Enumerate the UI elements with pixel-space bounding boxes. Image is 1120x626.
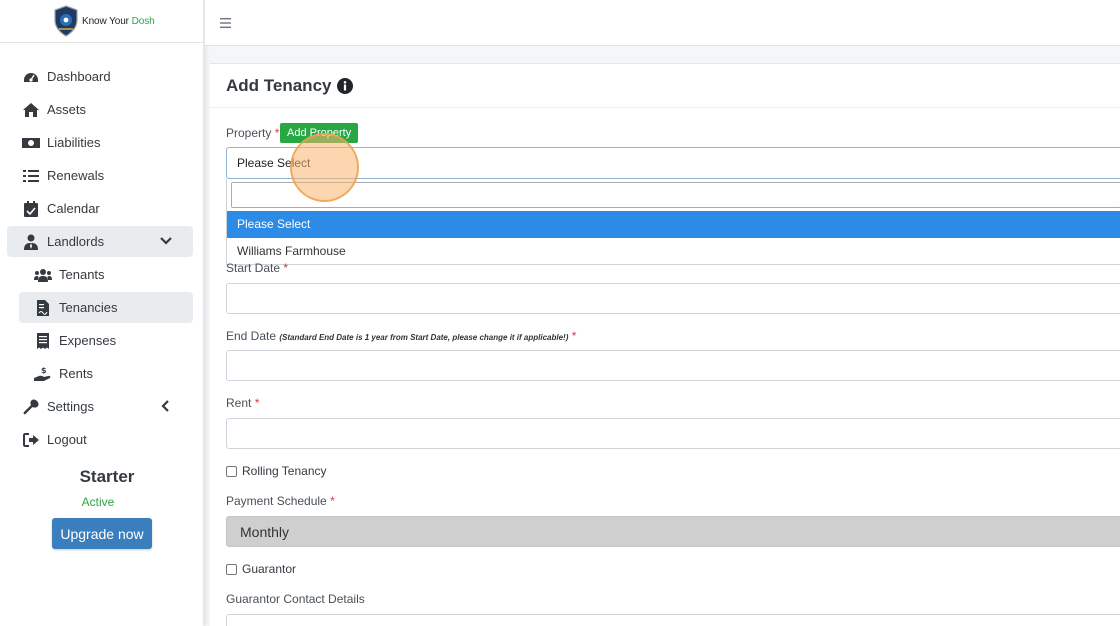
tachometer-icon xyxy=(22,68,40,86)
sidebar-item-expenses[interactable]: Expenses xyxy=(19,325,193,356)
payment-schedule-label: Payment Schedule * xyxy=(226,494,335,508)
sidebar-item-calendar[interactable]: Calendar xyxy=(7,193,193,224)
rolling-tenancy-checkbox[interactable] xyxy=(226,465,237,477)
sidebar-item-label: Calendar xyxy=(47,201,100,216)
users-icon xyxy=(34,266,52,284)
sidebar-item-dashboard[interactable]: Dashboard xyxy=(7,61,193,92)
plan-name: Starter xyxy=(79,467,135,486)
file-contract-icon xyxy=(34,299,52,317)
shield-logo-icon xyxy=(54,5,78,37)
sidebar-item-renewals[interactable]: Renewals xyxy=(7,160,193,191)
sidebar-item-assets[interactable]: Assets xyxy=(7,94,193,125)
upgrade-button[interactable]: Upgrade now xyxy=(52,518,152,549)
sidebar-item-label: Tenancies xyxy=(59,300,118,315)
property-dropdown: Please Select Williams Farmhouse xyxy=(226,179,1120,265)
calendar-check-icon xyxy=(22,200,40,218)
svg-text:$: $ xyxy=(41,366,47,375)
guarantor-checkbox[interactable] xyxy=(226,563,237,575)
sidebar-item-label: Dashboard xyxy=(47,69,111,84)
add-tenancy-card: Add Tenancy Property * Add Property Plea… xyxy=(210,63,1120,626)
brand[interactable]: Know Your Dosh xyxy=(0,0,203,43)
top-navbar xyxy=(205,0,1120,46)
list-icon xyxy=(22,167,40,185)
chevron-down-icon xyxy=(160,237,172,245)
landlords-submenu: Tenants Tenancies Expenses $ Rents xyxy=(7,259,193,389)
sidebar-item-label: Tenants xyxy=(59,267,105,282)
start-date-input[interactable] xyxy=(226,283,1120,314)
sidebar: Know Your Dosh Dashboard Assets Liabilit… xyxy=(0,0,204,626)
card-header: Add Tenancy xyxy=(210,64,1120,108)
sidebar-item-logout[interactable]: Logout xyxy=(7,424,193,455)
wrench-icon xyxy=(22,398,40,416)
sidebar-item-settings[interactable]: Settings xyxy=(7,391,193,422)
dropdown-search-input[interactable] xyxy=(231,182,1120,208)
sidebar-nav: Dashboard Assets Liabilities Renewals Ca… xyxy=(7,61,193,457)
money-bill-icon xyxy=(22,134,40,152)
sidebar-item-label: Expenses xyxy=(59,333,117,348)
user-tie-icon xyxy=(22,233,40,251)
sidebar-item-label: Liabilities xyxy=(47,135,101,150)
sidebar-item-label: Rents xyxy=(59,366,93,381)
page-title: Add Tenancy xyxy=(226,75,332,95)
sidebar-item-label: Logout xyxy=(47,432,87,447)
guarantor-contact-label: Guarantor Contact Details xyxy=(226,592,365,606)
sidebar-item-tenants[interactable]: Tenants xyxy=(19,259,193,290)
sidebar-item-label: Renewals xyxy=(47,168,105,183)
end-date-label: End Date (Standard End Date is 1 year fr… xyxy=(226,329,577,343)
payment-schedule-select[interactable]: Monthly xyxy=(226,516,1120,547)
brand-name: Know Your Dosh xyxy=(82,15,155,27)
rolling-tenancy-label: Rolling Tenancy xyxy=(242,464,327,478)
guarantor-contact-input[interactable] xyxy=(226,614,1120,626)
dropdown-option-williams-farmhouse[interactable]: Williams Farmhouse xyxy=(227,238,1120,265)
end-date-input[interactable] xyxy=(226,350,1120,381)
property-select[interactable]: Please Select xyxy=(226,147,1120,179)
sidebar-item-label: Assets xyxy=(47,102,87,117)
receipt-icon xyxy=(34,332,52,350)
plan-info: Starter Active xyxy=(0,467,204,509)
add-property-button[interactable]: Add Property xyxy=(280,123,359,143)
rolling-tenancy-row: Rolling Tenancy xyxy=(226,464,327,478)
sidebar-item-rents[interactable]: $ Rents xyxy=(19,358,193,389)
dropdown-option-please-select[interactable]: Please Select xyxy=(227,211,1120,238)
end-date-hint: (Standard End Date is 1 year from Start … xyxy=(279,333,569,342)
sidebar-item-landlords[interactable]: Landlords xyxy=(7,226,193,257)
start-date-label: Start Date * xyxy=(226,261,289,275)
payment-schedule-value: Monthly xyxy=(240,524,290,540)
sidebar-item-liabilities[interactable]: Liabilities xyxy=(7,127,193,158)
rent-input[interactable] xyxy=(226,418,1120,449)
hand-holding-usd-icon: $ xyxy=(34,365,52,383)
hamburger-menu-icon[interactable] xyxy=(220,17,231,29)
sidebar-item-label: Landlords xyxy=(47,234,105,249)
property-select-value: Please Select xyxy=(237,156,311,170)
chevron-left-icon xyxy=(161,400,169,412)
home-icon xyxy=(22,101,40,119)
guarantor-label: Guarantor xyxy=(242,562,297,576)
sign-out-icon xyxy=(22,431,40,449)
sidebar-item-label: Settings xyxy=(47,399,94,414)
plan-status: Active xyxy=(81,495,115,509)
rent-label: Rent * xyxy=(226,396,260,410)
info-circle-icon[interactable] xyxy=(337,77,354,94)
property-label: Property * xyxy=(226,126,280,140)
sidebar-item-tenancies[interactable]: Tenancies xyxy=(19,292,193,323)
guarantor-row: Guarantor xyxy=(226,562,296,576)
